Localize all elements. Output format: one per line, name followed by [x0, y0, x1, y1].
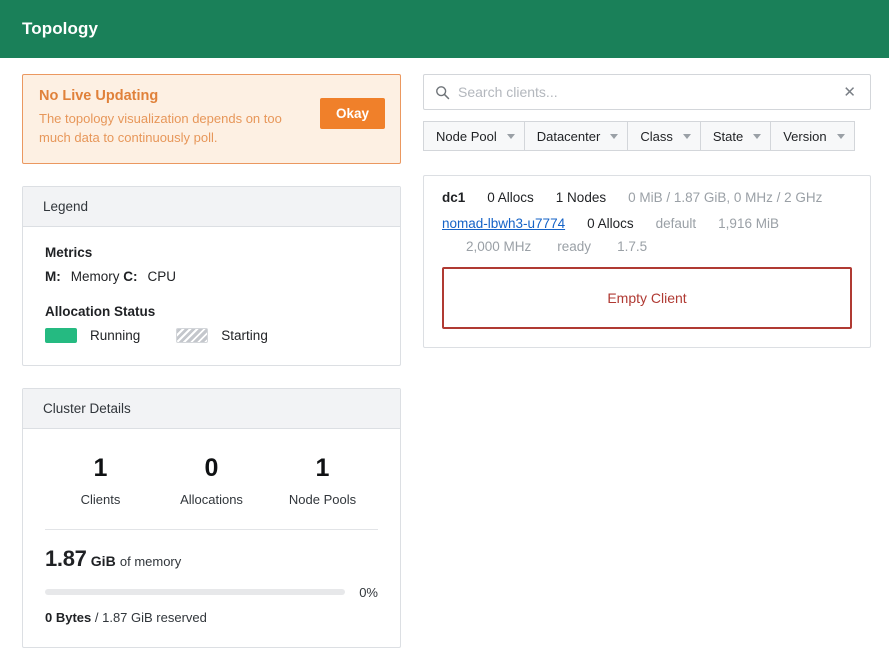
memory-reserved-text: 0 Bytes / 1.87 GiB reserved: [45, 610, 378, 625]
filter-node-pool-label: Node Pool: [436, 129, 497, 144]
alert-body: The topology visualization depends on to…: [39, 110, 301, 148]
chevron-down-icon: [753, 134, 761, 139]
chevron-down-icon: [507, 134, 515, 139]
node-link[interactable]: nomad-lbwh3-u7774: [442, 216, 565, 231]
starting-swatch-icon: [176, 328, 208, 343]
stat-node-pools-label: Node Pools: [267, 492, 378, 507]
chevron-down-icon: [683, 134, 691, 139]
metrics-heading: Metrics: [45, 245, 378, 260]
metric-cpu-label: CPU: [148, 269, 177, 284]
node-allocs: 0 Allocs: [587, 216, 634, 231]
memory-heading: 1.87 GiB of memory: [45, 546, 378, 572]
metrics-line: M: Memory C: CPU: [45, 269, 378, 284]
allocation-status-row: Running Starting: [45, 328, 378, 343]
running-swatch-icon: [45, 328, 77, 343]
datacenter-nodes: 1 Nodes: [556, 190, 606, 205]
chevron-down-icon: [837, 134, 845, 139]
search-icon: [435, 85, 450, 100]
empty-client-label: Empty Client: [607, 290, 686, 306]
cluster-details-card: Cluster Details 1 Clients 0 Allocations …: [22, 388, 401, 648]
datacenter-allocs: 0 Allocs: [487, 190, 534, 205]
right-column: ✕ Node Pool Datacenter Class State Versi…: [423, 74, 871, 348]
page-content: No Live Updating The topology visualizat…: [0, 58, 889, 648]
legend-card: Legend Metrics M: Memory C: CPU Allocation…: [22, 186, 401, 366]
datacenter-summary-row: dc1 0 Allocs 1 Nodes 0 MiB / 1.87 GiB, 0…: [442, 190, 852, 205]
cluster-details-title: Cluster Details: [23, 389, 400, 429]
allocation-status-heading: Allocation Status: [45, 304, 378, 319]
memory-unit: GiB: [91, 553, 116, 569]
filter-state[interactable]: State: [700, 121, 771, 151]
cluster-divider: [45, 529, 378, 530]
node-state: ready: [557, 239, 591, 254]
filter-datacenter-label: Datacenter: [537, 129, 601, 144]
stat-clients-label: Clients: [45, 492, 156, 507]
node-detail-row: 2,000 MHz ready 1.7.5: [442, 239, 852, 254]
node-class: default: [656, 216, 697, 231]
datacenter-resources: 0 MiB / 1.87 GiB, 0 MHz / 2 GHz: [628, 190, 822, 205]
cluster-details-body: 1 Clients 0 Allocations 1 Node Pools 1.8…: [23, 429, 400, 647]
memory-bar-row: 0%: [45, 585, 378, 600]
stat-allocations-value: 0: [156, 453, 267, 484]
stat-clients: 1 Clients: [45, 453, 156, 507]
metric-memory-label: Memory: [71, 269, 120, 284]
filter-state-label: State: [713, 129, 743, 144]
search-input[interactable]: [450, 84, 839, 100]
search-clients-box[interactable]: ✕: [423, 74, 871, 110]
memory-reserved-used: 0 Bytes: [45, 610, 91, 625]
filter-datacenter[interactable]: Datacenter: [524, 121, 629, 151]
legend-card-body: Metrics M: Memory C: CPU Allocation Status…: [23, 227, 400, 365]
stat-allocations-label: Allocations: [156, 492, 267, 507]
starting-label: Starting: [221, 328, 268, 343]
close-icon[interactable]: ✕: [839, 82, 860, 103]
memory-progress-bar: [45, 589, 345, 595]
datacenter-card: dc1 0 Allocs 1 Nodes 0 MiB / 1.87 GiB, 0…: [423, 175, 871, 348]
filter-version[interactable]: Version: [770, 121, 854, 151]
memory-suffix: of memory: [120, 554, 181, 569]
node-memory: 1,916 MiB: [718, 216, 779, 231]
page-title: Topology: [22, 19, 98, 39]
filter-class[interactable]: Class: [627, 121, 701, 151]
alert-text: No Live Updating The topology visualizat…: [39, 88, 310, 148]
alert-title: No Live Updating: [39, 88, 310, 104]
stat-clients-value: 1: [45, 453, 156, 484]
filter-bar: Node Pool Datacenter Class State Version: [423, 121, 871, 151]
filter-class-label: Class: [640, 129, 673, 144]
node-version: 1.7.5: [617, 239, 647, 254]
running-label: Running: [90, 328, 140, 343]
alert-okay-button[interactable]: Okay: [320, 98, 385, 129]
metric-memory-key: M:: [45, 269, 61, 284]
memory-value: 1.87: [45, 546, 87, 571]
filter-version-label: Version: [783, 129, 826, 144]
stat-node-pools-value: 1: [267, 453, 378, 484]
app-header: Topology: [0, 0, 889, 58]
left-column: No Live Updating The topology visualizat…: [22, 74, 401, 648]
cluster-stats: 1 Clients 0 Allocations 1 Node Pools: [45, 447, 378, 509]
node-cpu: 2,000 MHz: [466, 239, 531, 254]
memory-percent-label: 0%: [359, 585, 378, 600]
stat-allocations: 0 Allocations: [156, 453, 267, 507]
memory-reserved-rest: / 1.87 GiB reserved: [95, 610, 207, 625]
no-live-updating-alert: No Live Updating The topology visualizat…: [22, 74, 401, 164]
datacenter-name: dc1: [442, 190, 465, 205]
node-summary-row: nomad-lbwh3-u7774 0 Allocs default 1,916…: [442, 216, 852, 231]
empty-client-box[interactable]: Empty Client: [442, 267, 852, 329]
filter-node-pool[interactable]: Node Pool: [423, 121, 525, 151]
legend-card-title: Legend: [23, 187, 400, 227]
chevron-down-icon: [610, 134, 618, 139]
stat-node-pools: 1 Node Pools: [267, 453, 378, 507]
metric-cpu-key: C:: [123, 269, 137, 284]
